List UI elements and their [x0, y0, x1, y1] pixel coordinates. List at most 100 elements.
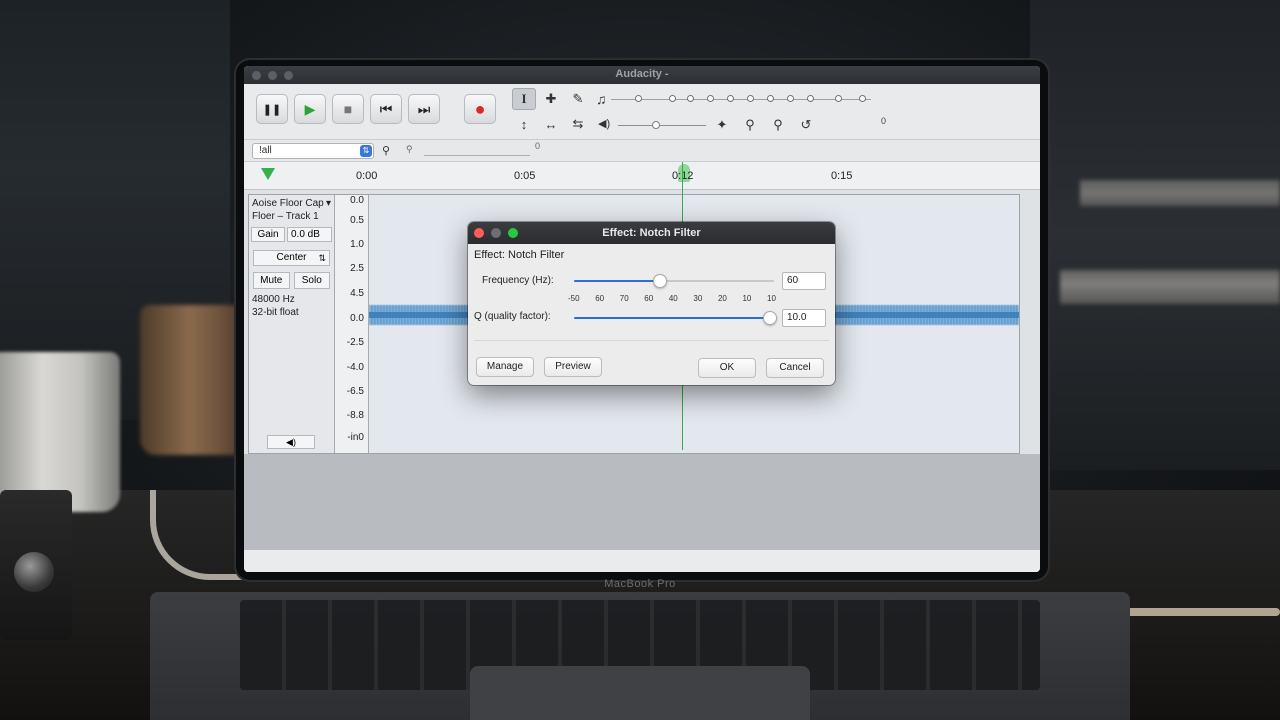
play-head-triangle-icon[interactable]	[261, 168, 275, 180]
pause-icon: ❚❚	[262, 103, 282, 116]
microphone-icon: ♫	[596, 91, 607, 107]
amplitude-scale: 0.0 0.5 1.0 2.5 4.5 0.0 -2.5 -4.0 -6.5 -…	[335, 195, 369, 453]
track-speaker-button[interactable]: ◀)	[267, 435, 315, 449]
zoom-tool-button[interactable]: ↔	[539, 113, 563, 135]
frequency-slider-thumb[interactable]	[653, 274, 667, 288]
preview-button[interactable]: Preview	[544, 357, 602, 377]
ok-button[interactable]: OK	[698, 358, 756, 378]
fit-selection-button[interactable]: ✦	[710, 114, 734, 136]
selection-tool-icon: I	[521, 91, 527, 106]
playback-volume-knob[interactable]	[652, 121, 660, 129]
pause-button[interactable]: ❚❚	[256, 94, 288, 124]
scale-label: 4.5	[350, 288, 364, 299]
scale-label: -in0	[347, 432, 364, 443]
track-format-info: 48000 Hz 32-bit float	[249, 289, 334, 319]
search-readout: 0	[534, 141, 540, 151]
gain-label: Gain	[251, 227, 285, 242]
skip-to-start-button[interactable]: ⏮	[370, 94, 402, 124]
speaker-icon: ◀)	[286, 437, 296, 447]
main-toolbar: ❚❚ ▶ ■ ⏮ ⏭ ● I ✚ ✎ ↕ ↔ ⇆ ♫ ◀) ✦ ⚲ ⚲ ↺ 0	[244, 84, 1040, 140]
speaker-icon: ◀)	[598, 118, 611, 130]
timeline-ruler[interactable]: 0:00 0:05 0:12 0:15	[244, 162, 1040, 190]
timeshift-tool-button[interactable]: ⇆	[566, 113, 590, 135]
empty-track-area[interactable]	[244, 454, 1040, 550]
dialog-header: Effect: Notch Filter	[474, 249, 565, 261]
dialog-separator	[474, 340, 829, 341]
audio-host-value: !all	[259, 145, 272, 156]
envelope-tool-icon: ↕	[520, 116, 528, 132]
track-control-panel: Aoise Floor Cap ▾ Floer – Track 1 Gain 0.…	[249, 195, 335, 453]
frequency-slider[interactable]	[574, 273, 774, 289]
playback-volume-slider[interactable]: ◀)	[596, 114, 706, 136]
multi-tool-icon: ✚	[545, 91, 557, 106]
frequency-label: Frequency (Hz):	[482, 275, 554, 286]
skip-to-end-button[interactable]: ⏭	[408, 94, 440, 124]
frequency-tick: 10	[767, 294, 776, 303]
background-keyboard-upper	[1080, 180, 1280, 206]
track-name-line2: Floer – Track 1	[252, 211, 319, 222]
gain-row: Gain 0.0 dB	[251, 227, 332, 242]
timeline-label: 0:05	[514, 170, 536, 182]
zoom-out-button[interactable]: ⚲	[766, 114, 790, 136]
recording-meter-track	[610, 88, 871, 110]
recording-meter[interactable]: ♫	[596, 88, 871, 110]
pan-chevron-icon: ⇅	[318, 253, 326, 263]
play-icon: ▶	[304, 100, 316, 117]
sample-rate: 48000 Hz	[252, 294, 295, 305]
zoom-toggle-icon: ↺	[800, 117, 812, 132]
zoom-toggle-button[interactable]: ↺	[794, 114, 818, 136]
track-menu-arrow-icon: ▾	[325, 198, 331, 209]
brown-mug	[140, 305, 250, 455]
white-mug	[0, 352, 120, 512]
stop-button[interactable]: ■	[332, 94, 364, 124]
mute-solo-row: Mute Solo	[253, 272, 330, 289]
audio-host-select[interactable]: !all ⇅	[252, 143, 374, 159]
manage-button[interactable]: Manage	[476, 357, 534, 377]
multi-tool-button[interactable]: ✚	[539, 88, 563, 110]
track-name-menu[interactable]: Aoise Floor Cap ▾ Floer – Track 1	[249, 195, 334, 225]
solo-button[interactable]: Solo	[293, 272, 330, 289]
dialog-title: Effect: Notch Filter	[602, 227, 701, 239]
scale-label: 2.5	[350, 263, 364, 274]
pan-select[interactable]: Center ⇅	[253, 250, 330, 266]
envelope-tool-button[interactable]: ↕	[512, 113, 536, 135]
q-slider-thumb[interactable]	[763, 311, 777, 325]
scale-label: 0.5	[350, 215, 364, 226]
wand-icon: ✦	[716, 117, 728, 132]
pan-value: Center	[276, 252, 307, 263]
scale-label: 0.0	[350, 313, 364, 324]
laptop-model-label: MacBook Pro	[604, 578, 676, 590]
timeshift-tool-icon: ⇆	[572, 116, 584, 131]
search-field[interactable]: ⚲ 0	[406, 141, 540, 159]
search-icon: ⚲	[406, 144, 413, 154]
selection-tool-button[interactable]: I	[512, 88, 536, 110]
gain-value[interactable]: 0.0 dB	[287, 227, 332, 242]
timeline-label: 0:15	[831, 170, 853, 182]
zoom-out-icon: ⚲	[773, 117, 783, 132]
q-label: Q (quality factor):	[474, 311, 551, 322]
frequency-ticks: -50 60 70 60 40 30 20 10 10	[568, 294, 776, 303]
window-titlebar: Audacity -	[244, 66, 1040, 84]
key-icon[interactable]: ⚲	[382, 144, 390, 157]
notch-filter-dialog: Effect: Notch Filter Effect: Notch Filte…	[468, 222, 835, 385]
frequency-tick: 20	[717, 294, 727, 303]
laptop-trackpad	[470, 666, 810, 720]
q-slider[interactable]	[574, 310, 777, 326]
cancel-button[interactable]: Cancel	[766, 358, 824, 378]
q-input[interactable]: 10.0	[782, 309, 826, 327]
status-bar	[244, 550, 1040, 572]
frequency-input[interactable]: 60	[782, 272, 826, 290]
draw-tool-button[interactable]: ✎	[566, 88, 590, 110]
timeline-label: 0:00	[356, 170, 378, 182]
sample-format: 32-bit float	[252, 307, 299, 318]
zoom-tool-icon: ↔	[544, 116, 558, 132]
play-button[interactable]: ▶	[294, 94, 326, 124]
mute-button[interactable]: Mute	[253, 272, 290, 289]
frequency-tick: 60	[595, 294, 605, 303]
selection-toolbar: !all ⇅ ⚲ ⚲ 0	[244, 140, 1040, 162]
record-button[interactable]: ●	[464, 94, 496, 124]
record-icon: ●	[474, 98, 486, 119]
frequency-tick: 30	[693, 294, 703, 303]
zoom-in-button[interactable]: ⚲	[738, 114, 762, 136]
stop-icon: ■	[343, 101, 353, 117]
